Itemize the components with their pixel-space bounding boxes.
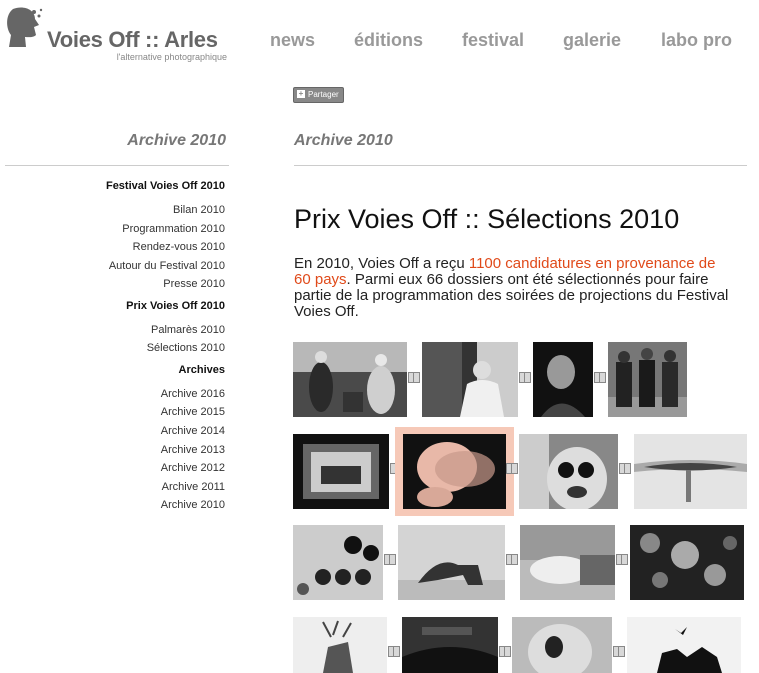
share-label: Partager xyxy=(308,90,339,99)
sidebar-divider xyxy=(5,165,229,166)
thumb-family-portrait[interactable] xyxy=(293,342,407,417)
intro-highlight: 1100 candidatures en provenance de xyxy=(468,256,716,272)
intro-text: partie de la programmation des soirées d… xyxy=(294,287,729,304)
nav-news[interactable]: news xyxy=(270,30,315,51)
sidebar-item-presse-2010[interactable]: Presse 2010 xyxy=(163,278,225,290)
head-silhouette-icon xyxy=(7,7,43,48)
gallery-icon xyxy=(506,462,518,474)
site-logo[interactable]: Voies Off :: Arles l'alternative photogr… xyxy=(5,5,230,63)
thumb-open-mouth[interactable] xyxy=(512,617,612,673)
sidebar-title: Archive 2010 xyxy=(127,132,226,149)
gallery-icon xyxy=(619,462,631,474)
sidebar-item-archive-2016[interactable]: Archive 2016 xyxy=(161,388,225,400)
gallery-icon xyxy=(616,553,628,565)
sidebar-item-palmares-2010[interactable]: Palmarès 2010 xyxy=(151,324,225,336)
gallery-icon xyxy=(594,371,606,383)
sidebar-item-programmation-2010[interactable]: Programmation 2010 xyxy=(122,223,225,235)
sidebar-item-archive-2010[interactable]: Archive 2010 xyxy=(161,499,225,511)
site-title: Voies Off :: Arles xyxy=(47,27,218,52)
sidebar-item-rendez-vous-2010[interactable]: Rendez-vous 2010 xyxy=(133,241,225,253)
nav-labo-pro[interactable]: labo pro xyxy=(661,30,732,51)
thumb-cells[interactable] xyxy=(630,525,744,600)
sidebar-item-archive-2013[interactable]: Archive 2013 xyxy=(161,444,225,456)
thumb-man-white-shirt[interactable] xyxy=(422,342,518,417)
thumb-blurred-face[interactable] xyxy=(395,427,514,516)
main-divider xyxy=(294,165,747,166)
gallery-icon xyxy=(384,553,396,565)
thumb-framed-car[interactable] xyxy=(293,434,389,509)
intro-text: . Parmi eux 66 dossiers ont été sélectio… xyxy=(346,271,709,288)
sidebar-item-archive-2012[interactable]: Archive 2012 xyxy=(161,462,225,474)
thumb-dots[interactable] xyxy=(293,525,383,600)
intro-paragraph: En 2010, Voies Off a reçu 1100 candidatu… xyxy=(294,256,759,320)
thumb-figure-floor[interactable] xyxy=(398,525,505,600)
thumb-masked-figures[interactable] xyxy=(608,342,687,417)
sidebar-item-autour-festival-2010[interactable]: Autour du Festival 2010 xyxy=(109,260,225,272)
sidebar-item-archive-2014[interactable]: Archive 2014 xyxy=(161,425,225,437)
sidebar-item-bilan-2010[interactable]: Bilan 2010 xyxy=(173,204,225,216)
gallery-icon xyxy=(613,645,625,657)
gallery-icon xyxy=(506,553,518,565)
thumb-bird-rooftops[interactable] xyxy=(627,617,741,673)
sidebar-item-prix-2010[interactable]: Prix Voies Off 2010 xyxy=(126,300,225,312)
thumb-grass-shadow[interactable] xyxy=(402,617,498,673)
nav-galerie[interactable]: galerie xyxy=(563,30,621,51)
sidebar-item-selections-2010[interactable]: Sélections 2010 xyxy=(147,342,225,354)
gallery-icon xyxy=(519,371,531,383)
page-title: Prix Voies Off :: Sélections 2010 xyxy=(294,204,680,234)
gallery-icon xyxy=(408,371,420,383)
section-title: Archive 2010 xyxy=(294,132,393,149)
intro-text: Voies Off. xyxy=(294,303,359,320)
gallery-icon xyxy=(388,645,400,657)
gallery-icon xyxy=(499,645,511,657)
sidebar-item-festival-2010[interactable]: Festival Voies Off 2010 xyxy=(106,180,225,192)
thumb-sunglasses-face[interactable] xyxy=(519,434,618,509)
sidebar-item-archive-2011[interactable]: Archive 2011 xyxy=(162,481,225,493)
site-subtitle: l'alternative photographique xyxy=(116,52,227,62)
thumb-reclining-body[interactable] xyxy=(520,525,615,600)
sidebar-item-archives[interactable]: Archives xyxy=(179,364,225,376)
intro-highlight: 60 pays xyxy=(294,271,347,288)
intro-text: En 2010, Voies Off a reçu xyxy=(294,256,469,272)
plus-icon: + xyxy=(297,88,305,98)
thumb-deer-statue[interactable] xyxy=(293,617,387,673)
nav-festival[interactable]: festival xyxy=(462,30,524,51)
thumb-lips[interactable] xyxy=(634,434,747,509)
thumb-dark-portrait[interactable] xyxy=(533,342,593,417)
sidebar-item-archive-2015[interactable]: Archive 2015 xyxy=(161,406,225,418)
share-button[interactable]: + Partager xyxy=(293,87,344,103)
nav-editions[interactable]: éditions xyxy=(354,30,423,51)
